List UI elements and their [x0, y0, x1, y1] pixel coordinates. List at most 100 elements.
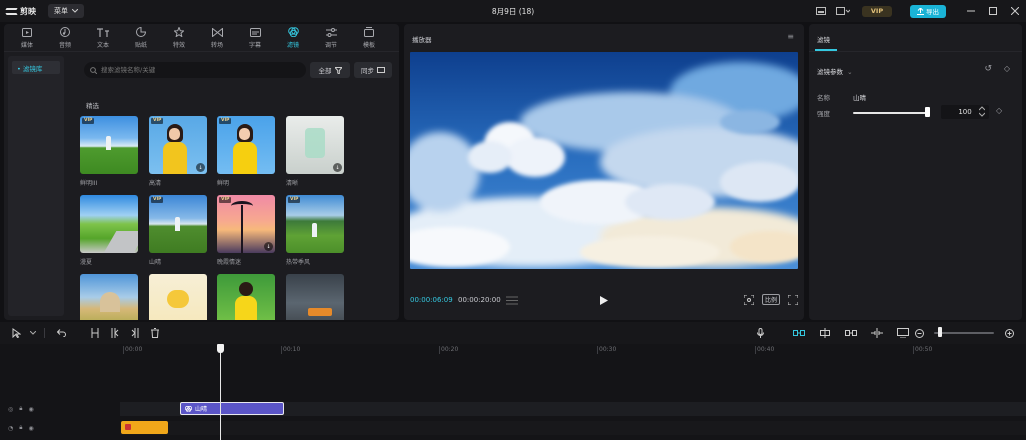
tab-filter-properties[interactable]: 滤镜: [809, 24, 1022, 52]
sidebar-item-filter-library[interactable]: • 滤镜库: [12, 61, 60, 74]
export-label: 导出: [926, 8, 939, 16]
filter-item[interactable]: [149, 274, 207, 320]
lock-icon[interactable]: 🔒︎: [19, 405, 22, 413]
zoom-out-icon[interactable]: [912, 322, 926, 344]
strength-slider[interactable]: [853, 112, 929, 114]
play-button[interactable]: [600, 296, 608, 308]
tab-bar: 媒体 音频 文本 贴纸 特效 转场 字幕 滤镜 调节 模板: [4, 24, 399, 52]
video-track[interactable]: [120, 421, 1026, 435]
tab-media[interactable]: 媒体: [8, 24, 46, 52]
zoom-slider[interactable]: [934, 332, 994, 334]
tab-adjust[interactable]: 调节: [312, 24, 350, 52]
tab-transition[interactable]: 转场: [198, 24, 236, 52]
lock-icon[interactable]: 🔒︎: [19, 424, 22, 432]
search-input[interactable]: [101, 66, 291, 74]
chevron-down-icon[interactable]: [28, 322, 38, 344]
reset-icon[interactable]: ↺: [984, 64, 992, 74]
filter-clip[interactable]: 山晴: [180, 402, 284, 415]
filter-item[interactable]: VIP ↓ 高清: [149, 116, 207, 187]
filter-all-dropdown[interactable]: 全部: [310, 62, 350, 78]
timecode-format-icon[interactable]: [506, 296, 518, 305]
filter-track-header: ◎ 🔒︎ ◉: [8, 405, 34, 413]
filter-item[interactable]: VIP ↓ 晚霞情迷: [217, 195, 275, 266]
microphone-icon[interactable]: [752, 322, 768, 344]
filter-name: 晚霞情迷: [217, 259, 242, 266]
menu-icon[interactable]: ≡: [787, 32, 794, 41]
fullscreen-crop-icon[interactable]: [743, 294, 754, 305]
filter-item[interactable]: 漫夏: [80, 195, 138, 266]
tab-audio[interactable]: 音频: [46, 24, 84, 52]
main-track-magnet-icon[interactable]: [790, 322, 808, 344]
split-left-icon[interactable]: [105, 322, 125, 344]
zoom-in-icon[interactable]: [1002, 322, 1016, 344]
tab-template[interactable]: 模板: [350, 24, 388, 52]
filter-params-section[interactable]: 滤镜参数 ⌄: [817, 66, 853, 76]
tab-effects[interactable]: 特效: [160, 24, 198, 52]
maximize-icon[interactable]: [982, 0, 1004, 22]
sync-label: 同步: [361, 67, 374, 75]
filter-item[interactable]: VIP 山晴: [149, 195, 207, 266]
video-clip[interactable]: [121, 421, 168, 434]
search-box[interactable]: [84, 62, 306, 78]
filter-thumbnail: VIP: [149, 195, 207, 253]
filter-item[interactable]: [286, 274, 344, 320]
ruler-tick: 00:20: [438, 346, 459, 354]
vip-badge[interactable]: VIP: [862, 5, 892, 17]
filter-name: 鲜明: [217, 180, 230, 187]
auto-snap-icon[interactable]: [816, 322, 834, 344]
zoom-slider-handle[interactable]: [938, 327, 942, 337]
shortcut-icon[interactable]: [810, 0, 832, 22]
playhead[interactable]: [220, 344, 221, 440]
filter-name: 鲜明III: [80, 180, 98, 187]
delete-icon[interactable]: [145, 322, 165, 344]
keyframe-icon[interactable]: ◇: [1004, 64, 1010, 73]
media-panel: 媒体 音频 文本 贴纸 特效 转场 字幕 滤镜 调节 模板 • 滤镜库 搜索滤镜…: [4, 24, 399, 320]
filter-item[interactable]: VIP 热带季风: [286, 195, 344, 266]
select-tool-icon[interactable]: [4, 322, 28, 344]
export-button[interactable]: 导出: [910, 4, 946, 18]
undo-icon[interactable]: [51, 322, 71, 344]
all-label: 全部: [318, 67, 332, 75]
preview-axis-icon[interactable]: [868, 322, 886, 344]
tab-filter[interactable]: 滤镜: [274, 24, 312, 52]
eye-icon[interactable]: ◉: [28, 406, 33, 413]
filter-icon: [287, 27, 299, 37]
video-preview[interactable]: [410, 52, 798, 269]
filter-item[interactable]: [80, 274, 138, 320]
tab-text[interactable]: 文本: [84, 24, 122, 52]
minimize-icon[interactable]: [960, 0, 982, 22]
strength-label: 强度: [817, 110, 830, 118]
layout-icon[interactable]: [832, 0, 854, 22]
text-icon: [97, 27, 109, 37]
fullscreen-icon[interactable]: [788, 294, 798, 305]
ratio-button[interactable]: 比例: [761, 294, 780, 305]
divider: [44, 328, 45, 338]
filter-item[interactable]: ↓ 清晰: [286, 116, 344, 187]
download-icon[interactable]: ↓: [196, 163, 205, 172]
playhead-handle[interactable]: [217, 344, 224, 353]
linkage-icon[interactable]: [842, 322, 860, 344]
download-icon[interactable]: ↓: [333, 163, 342, 172]
close-icon[interactable]: [1004, 0, 1026, 22]
tab-sticker[interactable]: 贴纸: [122, 24, 160, 52]
eye-icon[interactable]: ◉: [28, 425, 33, 432]
filter-item[interactable]: VIP 鲜明III: [80, 116, 138, 187]
strength-value: 100: [958, 108, 972, 116]
split-icon[interactable]: [85, 322, 105, 344]
download-icon[interactable]: ↓: [264, 242, 273, 251]
menu-button[interactable]: 菜单: [48, 4, 84, 18]
filter-item[interactable]: VIP 鲜明: [217, 116, 275, 187]
vip-badge: VIP: [151, 197, 164, 203]
strength-slider-handle[interactable]: [925, 107, 930, 117]
filter-clip-label: 山晴: [195, 406, 208, 413]
stepper-icon[interactable]: [979, 106, 985, 117]
chevron-down-icon: ⌄: [847, 68, 853, 76]
caption-preview-icon[interactable]: [894, 322, 912, 344]
tab-subtitle[interactable]: 字幕: [236, 24, 274, 52]
sync-button[interactable]: 同步: [354, 62, 392, 78]
filter-thumbnail: VIP: [286, 195, 344, 253]
split-right-icon[interactable]: [125, 322, 145, 344]
ruler-tick: 00:40: [754, 346, 775, 354]
filter-item[interactable]: [217, 274, 275, 320]
keyframe-icon[interactable]: ◇: [996, 106, 1002, 115]
